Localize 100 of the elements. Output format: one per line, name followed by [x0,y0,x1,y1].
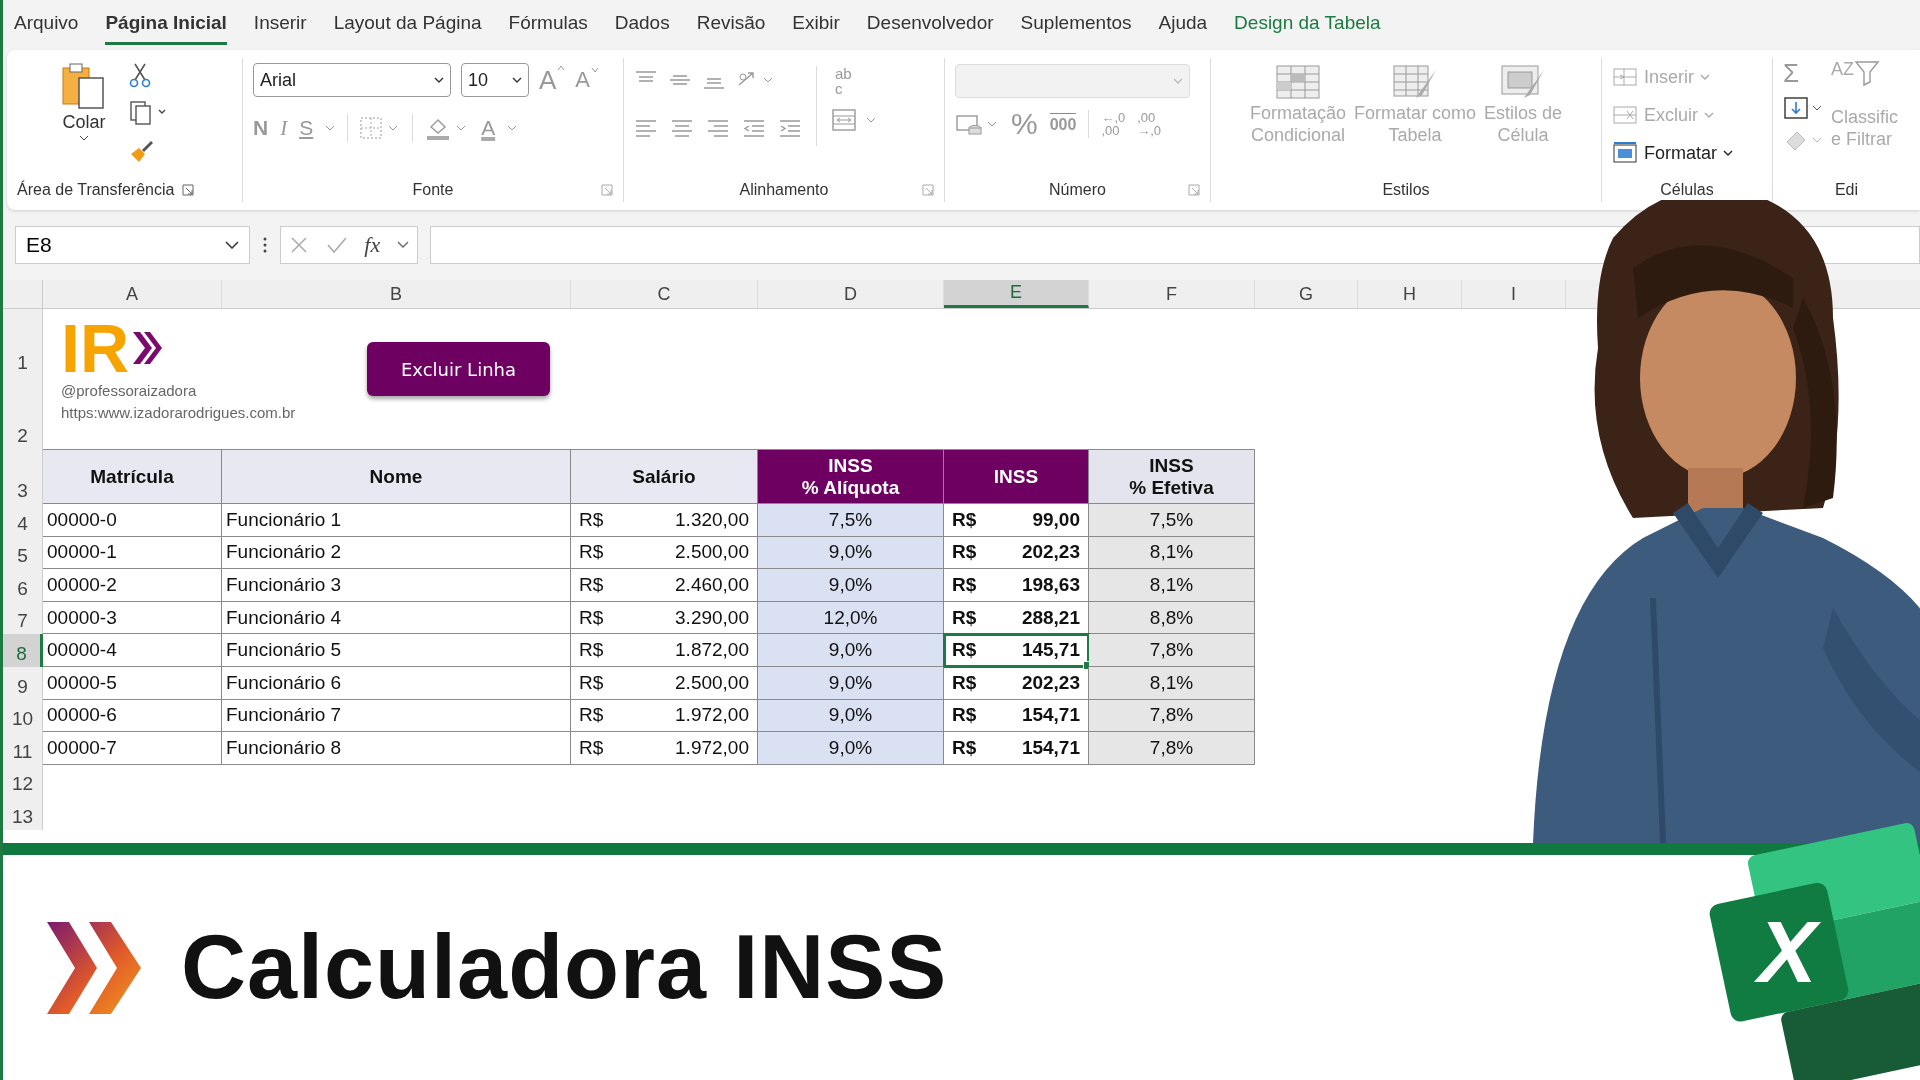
indent-icon[interactable] [778,118,802,138]
dialog-launcher-icon[interactable] [182,184,195,196]
row-header[interactable]: 12 [3,764,43,798]
menu-tab[interactable]: Ajuda [1158,3,1208,45]
caret-icon [1704,112,1714,118]
table-cell: 9,0% [758,666,944,700]
caret-icon [1700,74,1710,80]
column-header-cell: Salário [571,449,758,504]
menu-tab[interactable]: Suplementos [1020,3,1132,45]
menu-tab[interactable]: Fórmulas [508,3,588,45]
handle-text: @professoraizadora [61,381,198,401]
font-family-select[interactable]: Arial [253,63,451,97]
currency-label: R$ [952,704,977,727]
menu-tab[interactable]: Exibir [792,3,840,45]
table-cell: 9,0% [758,536,944,570]
table-cell: 00000-4 [43,634,222,667]
check-icon[interactable] [325,235,348,255]
funnel-icon [1854,58,1880,88]
scissors-icon[interactable] [129,62,151,88]
column-header[interactable]: G [1255,280,1358,308]
delete-row-button[interactable]: Excluir Linha [367,342,550,396]
column-header[interactable]: B [222,280,571,308]
copy-icon[interactable] [129,100,167,126]
menu-tab[interactable]: Layout da Página [333,3,482,45]
menu-tab[interactable]: Arquivo [14,3,79,45]
paste-button[interactable]: Colar [57,58,111,178]
row-header[interactable]: 5 [3,536,43,570]
caret-icon [1173,78,1183,84]
cells-button[interactable]: Formatar [1612,136,1762,170]
accounting-icon[interactable] [955,112,999,136]
column-header[interactable]: C [571,280,758,308]
align-right-icon[interactable] [706,118,730,138]
amount-text: 154,71 [1021,736,1080,759]
table-cell: 9,0% [758,732,944,765]
outdent-icon[interactable] [742,118,766,138]
column-header[interactable]: A [43,280,222,308]
row-header[interactable]: 7 [3,601,43,635]
currency-label: R$ [579,704,604,727]
row-header[interactable]: 4 [3,504,43,537]
table-cell: 00000-0 [43,504,222,537]
group-label: Alinhamento [739,181,829,199]
group-label: Células [1660,181,1714,199]
menu-tab[interactable]: Desenvolvedor [866,3,994,45]
menu-tab[interactable]: Revisão [696,3,766,45]
currency-label: R$ [579,639,604,662]
caret-up-icon [557,64,566,71]
amount-text: 1.972,00 [675,704,749,727]
align-left-icon[interactable] [634,118,658,138]
table-cell: 00000-1 [43,536,222,570]
format-cells-icon [1612,142,1638,164]
row-header[interactable]: 11 [3,732,43,765]
row-header[interactable]: 10 [3,699,43,733]
table-cell: Funcionário 1 [222,504,571,537]
table-cell: 9,0% [758,634,944,667]
amount-text: 1.872,00 [675,639,749,662]
row-header[interactable]: 8 [3,634,43,667]
menu-tab[interactable]: Inserir [253,3,307,45]
row-header[interactable]: 6 [3,569,43,602]
font-size-select[interactable]: 10 [461,63,529,97]
insert-function-button[interactable]: fx [364,232,381,258]
table-cell: Funcionário 6 [222,666,571,700]
amount-text: 2.500,00 [675,541,749,564]
menu-tab[interactable]: Design da Tabela [1234,3,1381,45]
row-header[interactable]: 1 [3,309,43,376]
table-cell: 9,0% [758,569,944,602]
more-options-icon[interactable] [262,237,268,253]
table-cell: 8,8% [1089,601,1255,635]
amount-text: 288,21 [1021,606,1080,629]
caret-icon[interactable] [507,125,518,131]
name-box[interactable]: E8 [15,226,250,264]
menu-tab[interactable]: Página Inicial [105,3,227,45]
caret-icon[interactable] [396,241,409,249]
caret-icon[interactable] [325,125,336,131]
column-header[interactable]: I [1462,280,1566,308]
column-header[interactable]: E [944,280,1089,308]
row-header[interactable]: 9 [3,666,43,700]
group-label: Área de Transferência [17,181,175,199]
caret-icon [591,67,600,73]
fill-down-icon[interactable] [1783,96,1823,120]
currency-label: R$ [952,508,977,531]
table-cell: 00000-2 [43,569,222,602]
table-cell: 00000-6 [43,699,222,733]
currency-label: R$ [579,508,604,531]
brush-icon[interactable] [129,138,155,164]
column-header[interactable]: H [1358,280,1462,308]
currency-label: R$ [952,606,977,629]
cancel-icon[interactable] [289,235,310,255]
row-header[interactable]: 3 [3,449,43,504]
align-center-icon[interactable] [670,118,694,138]
menu-tab[interactable]: Dados [614,3,670,45]
row-header[interactable]: 13 [3,797,43,830]
amount-text: 2.500,00 [675,671,749,694]
row-header[interactable]: 2 [3,376,43,449]
clipboard-icon [61,62,107,110]
group-label: Número [1049,181,1106,199]
column-header[interactable]: F [1089,280,1255,308]
url-text: https:www.izadorarodrigues.com.br [61,403,296,423]
currency-label: R$ [952,541,977,564]
amount-text: 2.460,00 [675,574,749,596]
table-cell: 7,8% [1089,699,1255,733]
